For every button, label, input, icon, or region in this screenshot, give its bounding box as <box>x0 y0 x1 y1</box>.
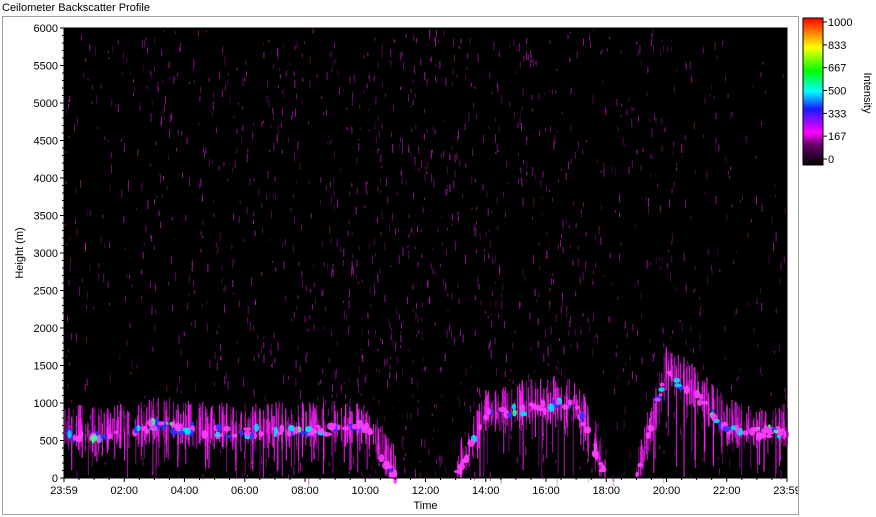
y-tick-label: 3000 <box>34 248 58 260</box>
x-tick-label: 23:59 <box>50 485 78 497</box>
x-tick-label: 02:00 <box>110 485 138 497</box>
plot-background <box>64 28 787 478</box>
window-title: Ceilometer Backscatter Profile <box>2 2 150 14</box>
colorbar-tick-label: 0 <box>828 154 834 166</box>
colorbar-tick-label: 333 <box>828 108 846 120</box>
y-tick-label: 3500 <box>34 211 58 223</box>
y-tick-label: 5500 <box>34 61 58 73</box>
colorbar-tick-label: 1000 <box>828 17 852 29</box>
y-tick-label: 5000 <box>34 98 58 110</box>
colorbar-tick-label: 833 <box>828 40 846 52</box>
x-tick-label: 20:00 <box>653 485 681 497</box>
chart-frame: 0 500 1000 1500 2000 2500 3000 3500 4000 4500 5000… <box>2 16 801 515</box>
y-tick-label: 2500 <box>34 286 58 298</box>
y-tick-label: 6000 <box>34 23 58 35</box>
colorbar-label: Intensity <box>861 73 873 114</box>
y-tick-label: 500 <box>40 436 58 448</box>
y-tick-label: 2000 <box>34 323 58 335</box>
x-tick-label: 16:00 <box>532 485 560 497</box>
y-axis-label: Height (m) <box>14 227 26 278</box>
x-tick-label: 23:59 <box>773 485 798 497</box>
colorbar-tick-label: 667 <box>828 63 846 75</box>
colorbar-tick-label: 500 <box>828 86 846 98</box>
backscatter-chart: 0 500 1000 1500 2000 2500 3000 3500 4000 4500 5000… <box>14 23 801 512</box>
x-axis-label: Time <box>413 500 437 512</box>
x-tick-label: 14:00 <box>472 485 500 497</box>
x-tick-label: 12:00 <box>412 485 440 497</box>
x-tick-label: 18:00 <box>592 485 620 497</box>
x-tick-label: 08:00 <box>291 485 319 497</box>
colorbar-tick-label: 167 <box>828 131 846 143</box>
colorbar-gradient <box>802 17 824 166</box>
y-tick-label: 0 <box>52 473 58 485</box>
y-tick-label: 4000 <box>34 173 58 185</box>
y-tick-label: 1000 <box>34 398 58 410</box>
x-tick-label: 22:00 <box>713 485 741 497</box>
y-tick-label: 1500 <box>34 361 58 373</box>
y-tick-label: 4500 <box>34 136 58 148</box>
x-tick-label: 06:00 <box>231 485 259 497</box>
colorbar: 1000 833 667 500 333 167 0 Intensity <box>802 17 873 166</box>
x-tick-label: 10:00 <box>351 485 379 497</box>
x-tick-label: 04:00 <box>171 485 199 497</box>
